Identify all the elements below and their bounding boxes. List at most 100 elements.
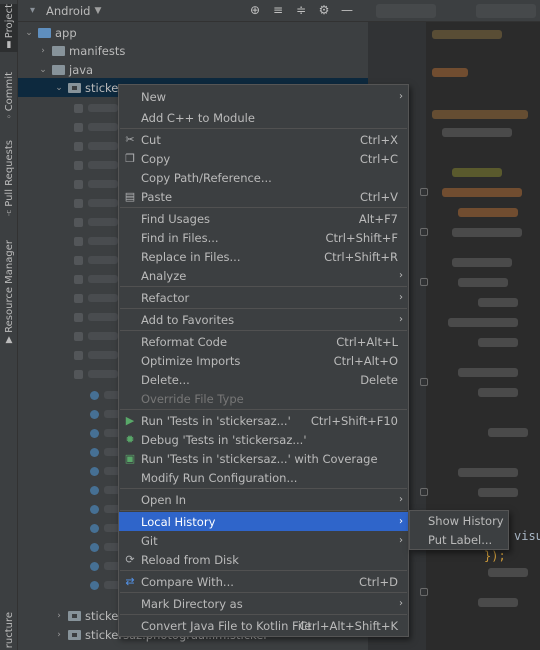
pull-requests-tool-tab[interactable]: Pull Requests ⑂ (0, 140, 18, 221)
class-icon (90, 524, 99, 533)
hide-icon[interactable]: — (340, 3, 354, 17)
compare-icon: ⇄ (125, 575, 135, 588)
fold-icon[interactable] (420, 278, 428, 286)
chevron-right-icon: › (399, 516, 403, 527)
pull-request-icon: ⑂ (6, 208, 12, 219)
commit-tool-tab[interactable]: Commit ◦ (0, 72, 18, 125)
chevron-down-icon[interactable]: ▼ (94, 6, 101, 16)
class-icon (90, 429, 99, 438)
menu-item-run-coverage[interactable]: ▣ Run 'Tests in 'stickersaz...' with Cov… (119, 449, 408, 468)
menu-item-open-in[interactable]: Open In › (119, 490, 408, 509)
blurred-tree-item (88, 180, 118, 188)
commit-icon: ◦ (6, 113, 12, 124)
menu-item-new[interactable]: New › (119, 87, 408, 106)
file-icon (74, 332, 83, 341)
file-icon (74, 294, 83, 303)
scissors-icon: ✂ (125, 133, 135, 146)
code-line (488, 428, 528, 437)
menu-item-paste[interactable]: ▤ Paste Ctrl+V (119, 187, 408, 206)
gear-icon[interactable]: ⚙ (317, 3, 331, 17)
collapse-all-icon[interactable]: ≑ (294, 3, 308, 17)
chevron-down-icon[interactable]: ⌄ (38, 65, 48, 75)
coverage-icon: ▣ (124, 452, 136, 465)
tree-node-label: app (55, 25, 77, 40)
code-line (452, 168, 502, 177)
menu-separator (120, 488, 407, 489)
menu-item-debug-tests[interactable]: ✹ Debug 'Tests in 'stickersaz...' (119, 430, 408, 449)
structure-tool-tab[interactable]: ructure (0, 612, 18, 648)
file-icon (74, 180, 83, 189)
code-line (452, 258, 512, 267)
android-view-icon: ▾ (30, 4, 36, 16)
local-history-submenu: Show History Put Label... (409, 510, 509, 550)
commit-tab-label: Commit (3, 72, 15, 112)
project-tool-tab[interactable]: Project ▮ (0, 4, 18, 53)
submenu-item-show-history[interactable]: Show History (410, 511, 508, 530)
code-brace: }); (484, 549, 506, 563)
blurred-tree-item (88, 104, 118, 112)
menu-item-convert-kotlin[interactable]: Convert Java File to Kotlin File Ctrl+Al… (119, 616, 408, 635)
menu-item-find-in-files[interactable]: Find in Files... Ctrl+Shift+F (119, 228, 408, 247)
chevron-down-icon[interactable]: ⌄ (24, 28, 34, 38)
class-icon (90, 581, 99, 590)
chevron-down-icon[interactable]: ⌄ (54, 83, 64, 93)
menu-item-modify-run-config[interactable]: Modify Run Configuration... (119, 468, 408, 487)
tree-node-manifests[interactable]: › manifests (18, 41, 368, 60)
menu-item-git[interactable]: Git › (119, 531, 408, 550)
fold-icon[interactable] (420, 588, 428, 596)
chevron-right-icon: › (399, 535, 403, 546)
expand-all-icon[interactable]: ≡ (271, 3, 285, 17)
chevron-right-icon[interactable]: › (54, 611, 64, 621)
menu-separator (120, 614, 407, 615)
menu-item-local-history[interactable]: Local History › (119, 512, 408, 531)
menu-item-delete[interactable]: Delete... Delete (119, 370, 408, 389)
fold-icon[interactable] (420, 488, 428, 496)
menu-item-run-tests[interactable]: ▶ Run 'Tests in 'stickersaz...' Ctrl+Shi… (119, 411, 408, 430)
chevron-right-icon: › (399, 270, 403, 281)
menu-item-refactor[interactable]: Refactor › (119, 288, 408, 307)
code-line (488, 568, 528, 577)
code-line (448, 318, 518, 327)
chevron-right-icon[interactable]: › (54, 630, 64, 640)
locate-icon[interactable]: ⊕ (248, 3, 262, 17)
menu-item-cut[interactable]: ✂ Cut Ctrl+X (119, 130, 408, 149)
fold-icon[interactable] (420, 378, 428, 386)
menu-item-reload-from-disk[interactable]: ⟳ Reload from Disk (119, 550, 408, 569)
menu-item-add-cpp[interactable]: Add C++ to Module (119, 108, 408, 127)
code-line (452, 228, 522, 237)
menu-item-copy-path[interactable]: Copy Path/Reference... (119, 168, 408, 187)
file-icon (74, 313, 83, 322)
folder-icon (52, 64, 65, 75)
menu-item-compare-with[interactable]: ⇄ Compare With... Ctrl+D (119, 572, 408, 591)
menu-item-find-usages[interactable]: Find Usages Alt+F7 (119, 209, 408, 228)
editor-tab[interactable] (476, 4, 536, 18)
editor-tab[interactable] (376, 4, 436, 18)
chevron-right-icon[interactable]: › (38, 46, 48, 56)
resource-manager-tool-tab[interactable]: Resource Manager ▲ (0, 240, 18, 347)
blurred-tree-item (88, 294, 118, 302)
tree-node-label: manifests (69, 43, 126, 58)
menu-item-copy[interactable]: ❐ Copy Ctrl+C (119, 149, 408, 168)
menu-item-mark-directory[interactable]: Mark Directory as › (119, 594, 408, 613)
view-selector[interactable]: Android (46, 4, 90, 18)
project-panel-header: ▾ Android ▼ ⊕ ≡ ≑ ⚙ — (18, 0, 368, 22)
menu-separator (120, 330, 407, 331)
code-line (432, 110, 528, 119)
tree-node-java[interactable]: ⌄ java (18, 60, 368, 79)
class-icon (90, 562, 99, 571)
code-line (458, 278, 508, 287)
folder-icon: ▮ (6, 40, 12, 51)
fold-icon[interactable] (420, 228, 428, 236)
menu-item-optimize-imports[interactable]: Optimize Imports Ctrl+Alt+O (119, 351, 408, 370)
class-icon (90, 543, 99, 552)
menu-item-replace-in-files[interactable]: Replace in Files... Ctrl+Shift+R (119, 247, 408, 266)
menu-item-analyze[interactable]: Analyze › (119, 266, 408, 285)
blurred-tree-item (88, 370, 118, 378)
package-icon (68, 82, 81, 93)
menu-item-reformat-code[interactable]: Reformat Code Ctrl+Alt+L (119, 332, 408, 351)
code-line (458, 368, 518, 377)
menu-item-add-favorites[interactable]: Add to Favorites › (119, 310, 408, 329)
tree-node-app[interactable]: ⌄ app (18, 23, 368, 42)
fold-icon[interactable] (420, 188, 428, 196)
submenu-item-put-label[interactable]: Put Label... (410, 530, 508, 549)
